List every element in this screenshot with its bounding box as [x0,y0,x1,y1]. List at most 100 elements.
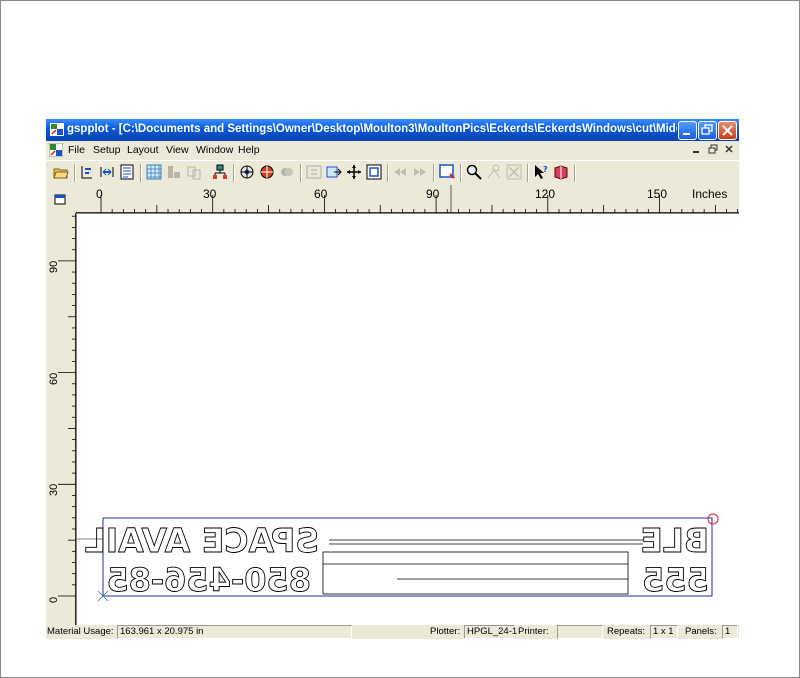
menu-file[interactable]: File [68,144,85,156]
align-center-icon[interactable] [99,164,115,180]
menu-view[interactable]: View [166,144,189,156]
plot-options-icon[interactable] [259,164,275,180]
toolbar-separator [460,164,462,182]
corner-marker-icon[interactable] [707,513,719,525]
menu-help[interactable]: Help [238,144,260,156]
repeats-value: 1 x 1 [650,625,678,639]
preview-icon[interactable] [439,164,455,180]
align-left-icon[interactable] [79,164,95,180]
close-button[interactable] [718,121,737,140]
color-icon[interactable] [279,164,295,180]
cut-text-row1-right-label: BLE [640,521,709,560]
rewind-icon[interactable] [392,164,408,180]
panels-value: 1 [722,625,738,639]
weed-icon[interactable] [486,164,502,180]
toolbar-separator [233,164,235,182]
repeats-label: Repeats: [607,626,646,637]
restore-icon [708,144,718,154]
window-title: gspplot - [C:\Documents and Settings\Own… [67,123,677,135]
minimize-icon [683,133,690,135]
cut-text-row2-right-label: 555 [642,561,709,599]
cut-text-row1-label: SPACE AVAIL [85,521,319,560]
panels-label: Panels: [685,626,717,637]
horizontal-ruler-ticks [76,185,739,213]
network-icon[interactable] [212,164,228,180]
mdi-close-button[interactable] [722,144,736,157]
svg-text:?: ? [543,165,548,174]
zoom-icon[interactable] [466,164,482,180]
menu-bar: File Setup Layout View Window Help [46,141,739,159]
ruler-label-30v: 30 [48,483,60,496]
gspplot-window: gspplot - [C:\Documents and Settings\Own… [46,119,739,639]
menu-layout[interactable]: Layout [127,144,159,156]
ruler-corner[interactable] [46,185,76,213]
material-usage-label: Material Usage: [47,626,114,637]
panel-icon[interactable] [306,164,322,180]
properties-icon[interactable] [119,164,135,180]
fit-icon[interactable] [366,164,382,180]
menu-setup[interactable]: Setup [93,144,120,156]
toolbar-separator [387,164,389,182]
cut-text-row2-right[interactable]: 555 [642,561,710,600]
ruler-label-60v: 60 [48,372,60,385]
cut-text-row1[interactable]: SPACE AVAIL [84,521,319,561]
toolbar-separator [574,164,576,182]
cut-text-row2-left[interactable]: 5 [106,561,129,600]
toolbar-separator [433,164,435,182]
restore-icon [701,124,713,135]
cancel-icon[interactable] [506,164,522,180]
pan-icon[interactable] [346,164,362,180]
ruler-label-150: 150 [647,187,668,201]
plot-icon[interactable] [239,164,255,180]
toolbar-separator [140,164,142,182]
move-icon[interactable] [326,164,342,180]
ruler-unit: Inches [692,187,728,201]
horizontal-ruler[interactable]: 0 30 60 90 120 150 Inches [76,185,739,213]
cut-text-row2-left-label: 5 [107,561,129,599]
minimize-button[interactable] [678,121,697,140]
toolbar-separator [74,164,76,182]
cut-text-row2-label: 850-456-8 [129,561,311,599]
cut-text-row1-right[interactable]: BLE [640,521,710,561]
plotter-label: Plotter: [430,626,461,637]
grid-icon[interactable] [146,164,162,180]
menu-window[interactable]: Window [196,144,233,156]
ruler-label-60: 60 [314,187,328,201]
ruler-label-120: 120 [535,187,556,201]
toolbar: ? [46,160,739,186]
ruler-label-90: 90 [426,187,440,201]
vertical-ruler-ticks [58,213,76,625]
status-bar: Material Usage: 163.961 x 20.975 in Plot… [46,625,739,639]
forward-icon[interactable] [412,164,428,180]
document-icon[interactable] [49,143,63,157]
restore-button[interactable] [698,121,717,140]
ruler-label-0: 0 [96,187,103,201]
plot-canvas[interactable]: SPACE AVAIL BLE 850-456-8 5 555 [76,213,739,626]
copy-icon[interactable] [186,164,202,180]
material-usage-value: 163.961 x 20.975 in [117,625,352,639]
plot-drawing: SPACE AVAIL BLE 850-456-8 5 555 [77,513,719,602]
ruler-label-30: 30 [203,187,217,201]
printer-value [557,625,603,639]
ruler-origin-icon [54,194,66,205]
cut-text-row2[interactable]: 850-456-8 [128,561,311,600]
title-bar[interactable]: gspplot - [C:\Documents and Settings\Own… [46,119,739,141]
printer-label: Printer: [518,626,549,637]
ruler-label-0v: 0 [48,596,60,603]
vertical-ruler[interactable]: 90 60 30 0 [46,213,76,625]
close-icon [722,125,733,136]
help-icon[interactable]: ? [533,164,549,180]
plotter-value: HPGL_24-1 [464,625,517,639]
toolbar-separator [527,164,529,182]
minimize-icon [693,151,699,153]
app-icon [50,123,64,136]
ruler-label-90v: 90 [48,260,60,273]
layout-icon[interactable] [166,164,182,180]
book-icon[interactable] [553,164,569,180]
open-icon[interactable] [53,164,69,180]
mdi-restore-button[interactable] [706,144,720,157]
toolbar-separator [300,164,302,182]
cut-box[interactable] [322,551,629,595]
mdi-minimize-button[interactable] [690,144,704,157]
close-icon [725,145,733,153]
